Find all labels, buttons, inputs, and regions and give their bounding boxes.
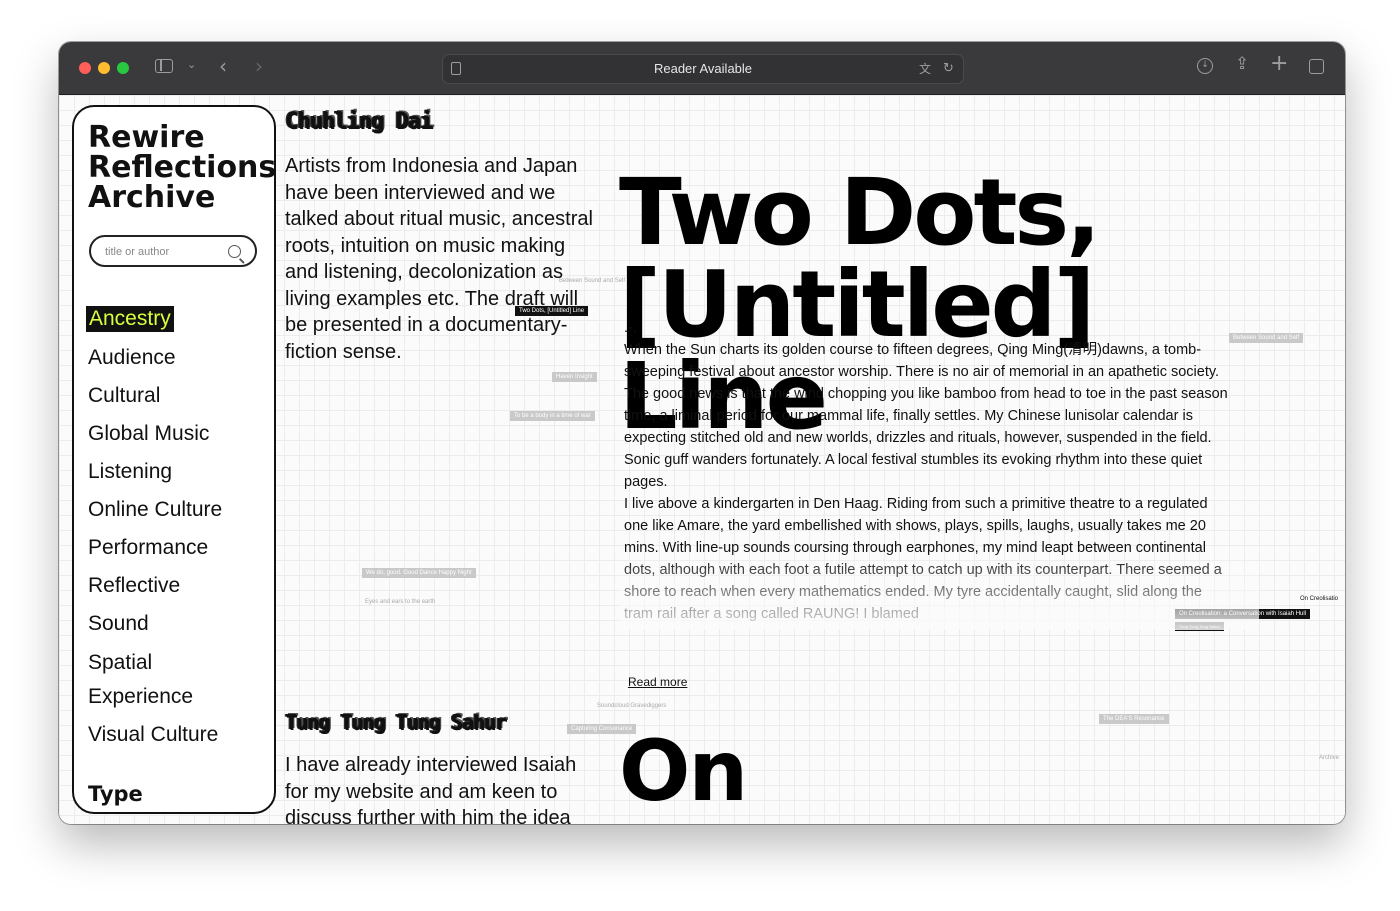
type-section-heading: Type <box>88 782 143 806</box>
tag-reflective[interactable]: Reflective <box>88 574 180 598</box>
article-title[interactable]: On Creolisation: <box>619 725 1319 824</box>
tag-online-culture[interactable]: Online Culture <box>88 498 222 522</box>
address-bar[interactable]: Reader Available 文 ↻ <box>442 54 964 84</box>
entry-excerpt: Artists from Indonesia and Japan have be… <box>285 155 593 363</box>
text-fade <box>619 550 1259 630</box>
author-name[interactable]: Tung Tung Tung Sahur <box>285 710 507 734</box>
tag-ancestry[interactable]: Ancestry <box>86 306 174 332</box>
translate-icon[interactable]: 文 <box>919 55 931 83</box>
search-icon[interactable] <box>228 245 241 258</box>
site-title[interactable]: Rewire Reflections Archive <box>88 120 276 215</box>
page-content: Rewire Reflections Archive title or auth… <box>59 95 1345 824</box>
site-title-line: Reflections <box>88 150 276 185</box>
chip-dance[interactable]: We do, good. Good Dance Happy Night <box>362 568 476 578</box>
reload-icon[interactable]: ↻ <box>943 55 954 83</box>
read-more-link[interactable]: Read more <box>628 675 687 689</box>
tab-overview-icon[interactable] <box>1309 59 1324 74</box>
chip-soundcloud[interactable]: Soundcloud Gravediggers <box>597 703 666 709</box>
search-box[interactable]: title or author <box>89 235 257 267</box>
article-title-line: Two Dots, <box>619 159 1101 266</box>
tag-audience[interactable]: Audience <box>88 346 176 370</box>
chip-haven[interactable]: Haven Insight <box>552 372 597 382</box>
tag-sound[interactable]: Sound <box>88 612 149 636</box>
reader-icon[interactable] <box>451 62 461 75</box>
archive-sidebar: Rewire Reflections Archive title or auth… <box>72 105 276 814</box>
chip-on-creolisation-short[interactable]: On Creolisatio <box>1300 596 1338 602</box>
divider-mark: .-. <box>624 320 637 336</box>
tag-spatial[interactable]: Spatial <box>88 651 152 675</box>
tag-cultural[interactable]: Cultural <box>88 384 160 408</box>
chip-eyes[interactable]: Eyes and ears to the earth <box>365 599 435 605</box>
chip-dea[interactable]: The DEA'S Resonance <box>1099 714 1169 724</box>
sidebar-toggle-icon[interactable] <box>155 59 173 73</box>
close-window-button[interactable] <box>79 62 91 74</box>
tag-visual-culture[interactable]: Visual Culture <box>88 723 218 747</box>
tag-experience[interactable]: Experience <box>88 685 193 709</box>
chip-body-time[interactable]: To be a body in a time of war <box>510 411 595 421</box>
article-paragraph: When the Sun charts its golden course to… <box>624 342 1228 490</box>
zoom-window-button[interactable] <box>117 62 129 74</box>
author-name[interactable]: Chuhling Dai <box>285 109 433 134</box>
address-text: Reader Available <box>653 61 753 76</box>
share-icon[interactable]: ⇪ <box>1235 54 1249 74</box>
entry-excerpt: I have already interviewed Isaiah for my… <box>285 754 577 824</box>
tag-listening[interactable]: Listening <box>88 460 172 484</box>
site-title-line: Rewire <box>88 120 205 155</box>
entry-author[interactable]: Tung Tung Tung Sahur <box>285 710 595 734</box>
entry-author[interactable]: Chuhling Dai <box>285 109 595 134</box>
chevron-down-icon[interactable]: ⌄ <box>187 58 196 71</box>
minimize-window-button[interactable] <box>98 62 110 74</box>
browser-window: ⌄ ‹ › Reader Available 文 ↻ ↓ ⇪ + Rewire … <box>59 42 1345 824</box>
article-title-line: On Creolisation: <box>619 722 1197 824</box>
new-tab-icon[interactable]: + <box>1270 51 1288 76</box>
download-icon[interactable]: ↓ <box>1197 58 1213 74</box>
back-icon[interactable]: ‹ <box>219 54 227 78</box>
tag-global-music[interactable]: Global Music <box>88 422 209 446</box>
chip-archive[interactable]: Archive <box>1319 755 1339 761</box>
browser-toolbar: ⌄ ‹ › Reader Available 文 ↻ ↓ ⇪ + <box>59 42 1345 95</box>
forward-icon[interactable]: › <box>255 54 263 78</box>
site-title-line: Archive <box>88 180 216 215</box>
tag-performance[interactable]: Performance <box>88 536 208 560</box>
search-input[interactable]: title or author <box>105 246 169 258</box>
